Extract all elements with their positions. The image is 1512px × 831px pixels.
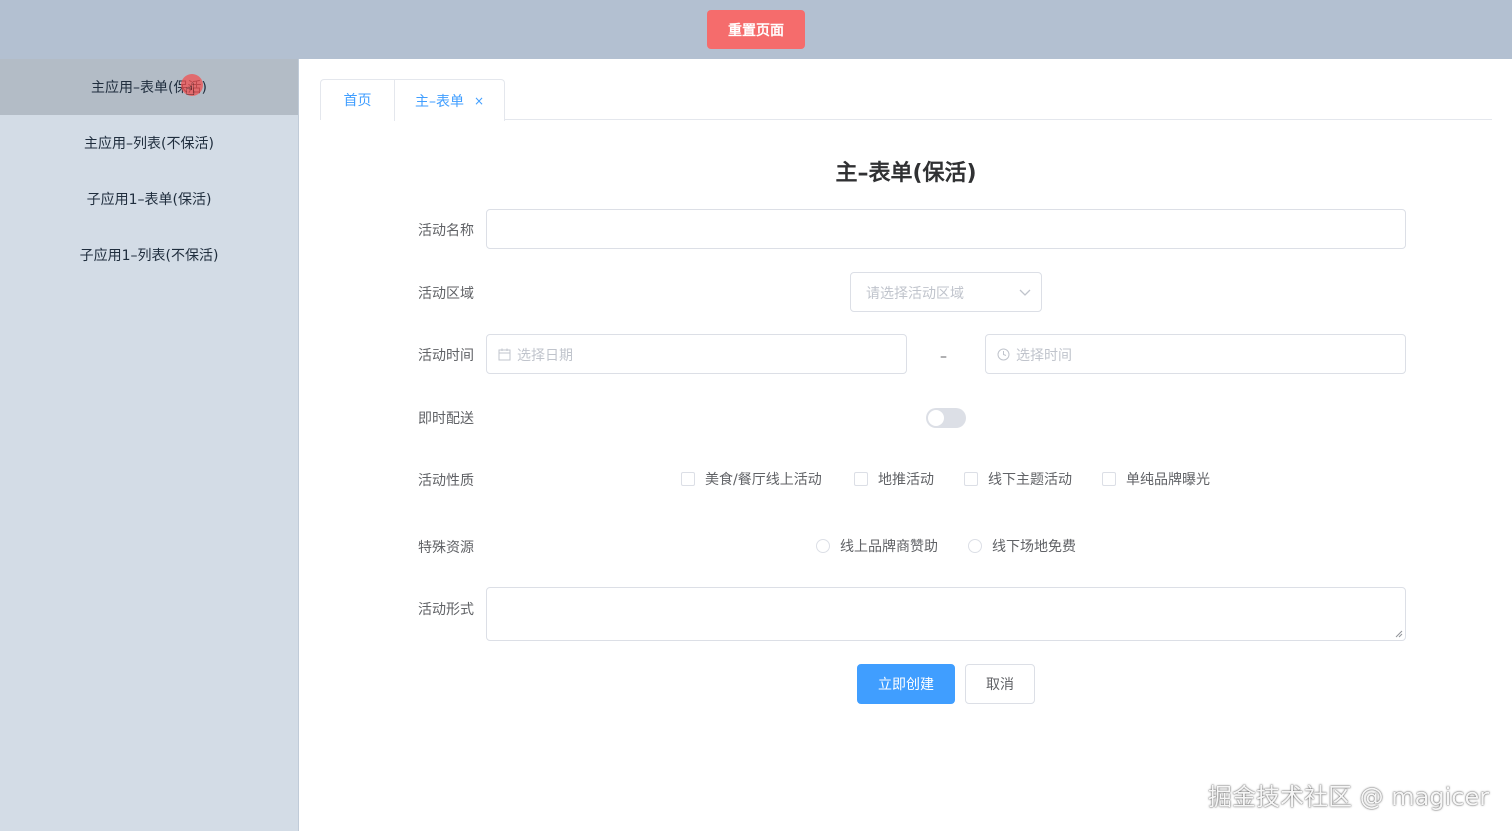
- time-picker-input[interactable]: 选择时间: [985, 334, 1406, 374]
- radio-circle: [968, 539, 982, 553]
- resource-radio-sponsor[interactable]: 线上品牌商赞助: [816, 536, 938, 556]
- sidebar-item-sub-form[interactable]: 子应用1–表单(保活): [0, 171, 298, 227]
- instant-delivery-label: 即时配送: [418, 411, 474, 427]
- tab-main-form[interactable]: 主–表单 ×: [394, 79, 505, 121]
- clock-icon: [997, 348, 1010, 361]
- tab-bar: 首页 主–表单 ×: [320, 79, 1492, 121]
- activity-type-label: 活动性质: [418, 473, 474, 489]
- top-bar: 重置页面: [0, 0, 1512, 59]
- activity-name-input[interactable]: [486, 209, 1406, 249]
- sidebar: 主应用–表单(保活) 主应用–列表(不保活) 子应用1–表单(保活) 子应用1–…: [0, 59, 299, 831]
- chevron-down-icon: [1019, 289, 1031, 296]
- activity-time-label: 活动时间: [418, 348, 474, 364]
- resource-option-label: 线上品牌商赞助: [840, 539, 938, 555]
- date-picker-input[interactable]: 选择日期: [486, 334, 907, 374]
- form-title: 主–表单(保活): [835, 161, 977, 186]
- resource-option-label: 线下场地免费: [992, 539, 1076, 555]
- checkbox-box: [1102, 472, 1116, 486]
- hand-cursor-icon: ☝: [185, 80, 196, 100]
- create-button[interactable]: 立即创建: [857, 664, 955, 704]
- tab-main-form-label: 主–表单: [414, 93, 464, 110]
- type-checkbox-offline[interactable]: 线下主题活动: [964, 469, 1072, 489]
- time-separator: –: [940, 349, 947, 365]
- activity-region-label: 活动区域: [418, 286, 474, 302]
- type-checkbox-ground[interactable]: 地推活动: [854, 469, 934, 489]
- sidebar-item-sub-list[interactable]: 子应用1–列表(不保活): [0, 227, 298, 283]
- activity-form-label: 活动形式: [418, 602, 474, 618]
- checkbox-box: [854, 472, 868, 486]
- radio-circle: [816, 539, 830, 553]
- calendar-icon: [498, 348, 511, 361]
- resize-handle-icon[interactable]: [1395, 630, 1403, 638]
- sidebar-item-main-form[interactable]: 主应用–表单(保活): [0, 59, 298, 115]
- main-content: 首页 主–表单 × 主–表单(保活) 活动名称 活动区域 请选择活动区域 活动时…: [300, 59, 1512, 831]
- date-placeholder: 选择日期: [517, 348, 573, 364]
- type-checkbox-brand[interactable]: 单纯品牌曝光: [1102, 469, 1210, 489]
- type-option-label: 美食/餐厅线上活动: [705, 472, 822, 488]
- watermark: 掘金技术社区 @ magicer: [1208, 783, 1490, 811]
- switch-knob: [928, 410, 944, 426]
- instant-delivery-switch[interactable]: [926, 408, 966, 428]
- type-option-label: 地推活动: [878, 472, 934, 488]
- tab-home-label: 首页: [343, 93, 372, 109]
- checkbox-box: [681, 472, 695, 486]
- cancel-button[interactable]: 取消: [965, 664, 1035, 704]
- special-resource-label: 特殊资源: [418, 540, 474, 556]
- reset-page-button[interactable]: 重置页面: [707, 10, 805, 49]
- type-option-label: 单纯品牌曝光: [1126, 472, 1210, 488]
- activity-name-label: 活动名称: [418, 223, 474, 239]
- resource-radio-venue[interactable]: 线下场地免费: [968, 536, 1076, 556]
- checkbox-box: [964, 472, 978, 486]
- type-checkbox-food[interactable]: 美食/餐厅线上活动: [681, 469, 822, 489]
- tab-home[interactable]: 首页: [320, 79, 395, 120]
- time-placeholder: 选择时间: [1016, 348, 1072, 364]
- close-icon[interactable]: ×: [474, 94, 484, 108]
- activity-region-placeholder: 请选择活动区域: [866, 286, 964, 302]
- sidebar-item-main-list[interactable]: 主应用–列表(不保活): [0, 115, 298, 171]
- activity-form-textarea[interactable]: [486, 587, 1406, 641]
- type-option-label: 线下主题活动: [988, 472, 1072, 488]
- activity-region-select[interactable]: 请选择活动区域: [850, 272, 1042, 312]
